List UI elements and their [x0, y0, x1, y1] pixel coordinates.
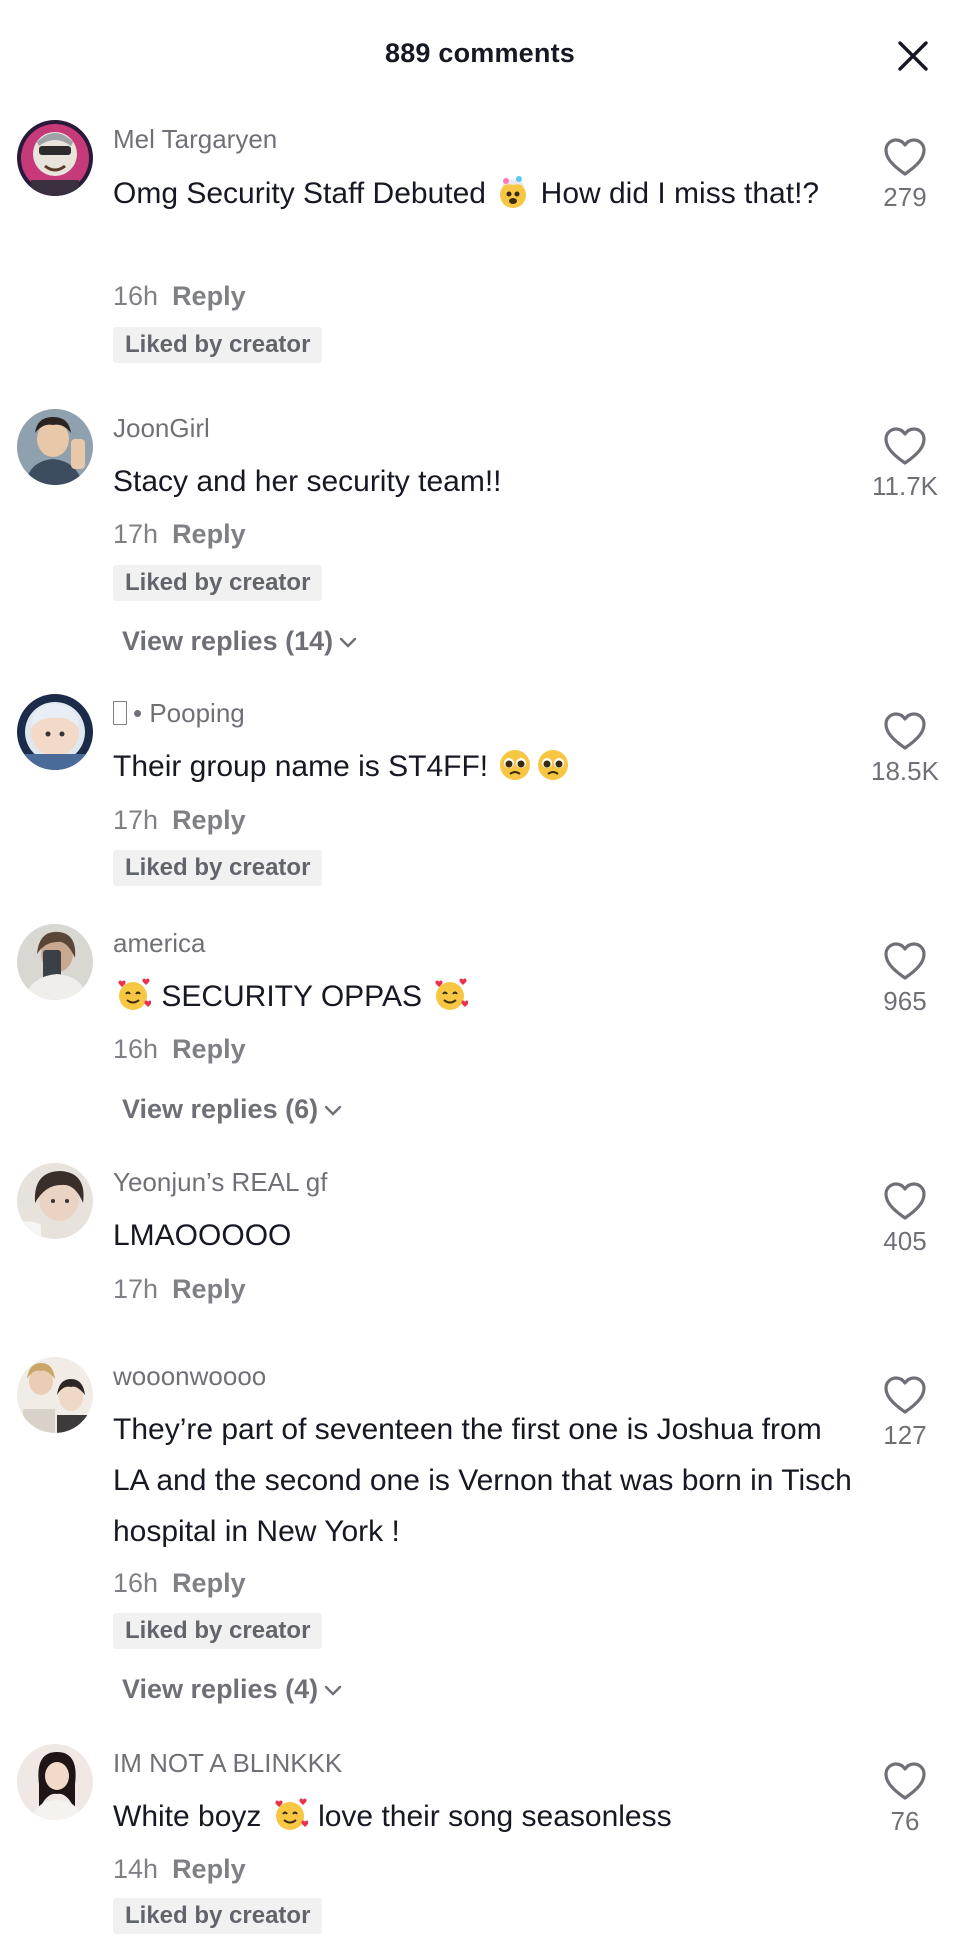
like-button[interactable]: 405	[860, 1180, 950, 1257]
avatar[interactable]	[17, 924, 93, 1000]
liked-by-creator-badge: Liked by creator	[113, 850, 323, 886]
close-icon	[898, 41, 928, 71]
comment-username[interactable]: wooonwoooo	[113, 1361, 266, 1392]
comment-time: 17h	[113, 1274, 159, 1304]
comment-meta: 14h Reply	[113, 1854, 246, 1885]
liked-by-creator-badge: Liked by creator	[113, 1898, 323, 1934]
smiling-face-with-hearts-emoji-icon	[115, 977, 152, 1028]
comment-text: White boyz love their song seasonless	[113, 1791, 853, 1848]
heart-outline-icon	[884, 1376, 926, 1414]
comment-text: SECURITY OPPAS	[113, 971, 853, 1028]
liked-by-creator-badge: Liked by creator	[113, 1613, 323, 1649]
like-count: 127	[883, 1420, 927, 1450]
comment-meta: 17h Reply	[113, 519, 246, 550]
like-count: 11.7K	[871, 471, 938, 501]
missing-glyph-icon	[113, 701, 127, 725]
view-replies-button[interactable]: View replies (6)	[122, 1094, 342, 1125]
comment-meta: 16h Reply	[113, 1568, 246, 1599]
like-button[interactable]: 76	[860, 1760, 950, 1837]
comment-text: Their group name is ST4FF!	[113, 741, 853, 798]
comment-time: 14h	[113, 1854, 159, 1884]
avatar[interactable]	[17, 694, 93, 770]
like-button[interactable]: 127	[860, 1374, 950, 1451]
comment-time: 16h	[113, 1034, 159, 1064]
comment-time: 16h	[113, 1568, 159, 1598]
comment-username[interactable]: IM NOT A BLINKKK	[113, 1748, 342, 1779]
avatar[interactable]	[17, 1744, 93, 1820]
reply-button[interactable]: Reply	[172, 1854, 246, 1884]
like-count: 965	[883, 986, 927, 1016]
heart-outline-icon	[884, 712, 926, 750]
chevron-down-icon	[324, 1685, 342, 1696]
reply-button[interactable]: Reply	[172, 281, 246, 311]
like-count: 405	[883, 1226, 927, 1256]
like-button[interactable]: 18.5K	[860, 710, 950, 787]
heart-outline-icon	[884, 1182, 926, 1220]
comment-text: Stacy and her security team!!	[113, 465, 502, 498]
pleading-face-emoji-icon	[536, 747, 570, 798]
close-button[interactable]	[895, 38, 931, 74]
comment-username[interactable]: Mel Targaryen	[113, 124, 277, 155]
comment-time: 17h	[113, 805, 159, 835]
comment-meta: 17h Reply	[113, 805, 246, 836]
like-count: 76	[890, 1806, 920, 1836]
like-button[interactable]: 11.7K	[860, 425, 950, 502]
liked-by-creator-badge: Liked by creator	[113, 327, 323, 363]
heart-outline-icon	[884, 942, 926, 980]
smiling-face-with-hearts-emoji-icon	[272, 1797, 309, 1848]
like-button[interactable]: 965	[860, 940, 950, 1017]
comment-time: 16h	[113, 281, 159, 311]
comment-username[interactable]: JoonGirl	[113, 413, 210, 444]
reply-button[interactable]: Reply	[172, 805, 246, 835]
chevron-down-icon	[339, 637, 357, 648]
exploding-head-emoji-icon	[496, 174, 530, 225]
liked-by-creator-badge: Liked by creator	[113, 565, 323, 601]
comment-text: LMAOOOOO	[113, 1219, 292, 1252]
like-button[interactable]: 279	[860, 136, 950, 213]
comment-username[interactable]: Yeonjun’s REAL gf	[113, 1167, 327, 1198]
comments-header: 889 comments	[0, 0, 960, 110]
comment-username[interactable]: • Pooping	[113, 698, 245, 729]
comment-username[interactable]: america	[113, 928, 205, 959]
like-count: 18.5K	[871, 756, 939, 786]
heart-outline-icon	[884, 1762, 926, 1800]
heart-outline-icon	[884, 138, 926, 176]
reply-button[interactable]: Reply	[172, 519, 246, 549]
comment-meta: 16h Reply	[113, 281, 246, 312]
avatar[interactable]	[17, 1357, 93, 1433]
comment-meta: 17h Reply	[113, 1274, 246, 1305]
reply-button[interactable]: Reply	[172, 1034, 246, 1064]
comment-meta: 16h Reply	[113, 1034, 246, 1065]
smiling-face-with-hearts-emoji-icon	[432, 977, 469, 1028]
view-replies-button[interactable]: View replies (14)	[122, 626, 357, 657]
comment-time: 17h	[113, 519, 159, 549]
reply-button[interactable]: Reply	[172, 1568, 246, 1598]
heart-outline-icon	[884, 427, 926, 465]
view-replies-button[interactable]: View replies (4)	[122, 1674, 342, 1705]
like-count: 279	[883, 182, 927, 212]
avatar[interactable]	[17, 120, 93, 196]
comment-text: Omg Security Staff Debuted How did I mis…	[113, 168, 853, 225]
comment-text: They’re part of seventeen the first one …	[113, 1413, 852, 1548]
reply-button[interactable]: Reply	[172, 1274, 246, 1304]
chevron-down-icon	[324, 1105, 342, 1116]
comments-count-title: 889 comments	[385, 38, 575, 68]
avatar[interactable]	[17, 1163, 93, 1239]
pleading-face-emoji-icon	[498, 747, 532, 798]
avatar[interactable]	[17, 409, 93, 485]
